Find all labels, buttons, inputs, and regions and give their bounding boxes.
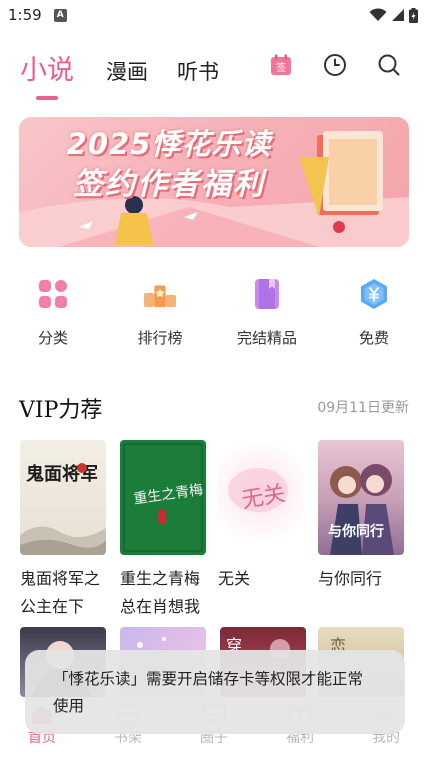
- section-update-date: 09月11日更新: [317, 400, 409, 416]
- category-grid-icon: [37, 278, 69, 310]
- status-bar: 1:59 A: [0, 0, 428, 30]
- quick-entry-row: 分类 排行榜 完结精品 免费: [0, 278, 428, 358]
- cover-art: 重生之青梅: [123, 443, 205, 552]
- quick-entry-finished[interactable]: 完结精品: [222, 278, 312, 348]
- notification-badge-icon: A: [53, 8, 67, 22]
- cover-title: 重生之青梅: [133, 482, 205, 508]
- permission-toast: 「悸花乐读」需要开启储存卡等权限才能正常使用: [25, 650, 405, 734]
- book-cover: 重生之青梅: [120, 440, 206, 555]
- tab-novel[interactable]: 小说: [20, 48, 74, 87]
- book-cover: 无关: [218, 440, 304, 555]
- checkin-label: 签: [276, 61, 286, 74]
- book-title: 与你同行: [318, 569, 383, 588]
- toast-message: 「悸花乐读」需要开启储存卡等权限才能正常使用: [53, 670, 364, 715]
- battery-icon: [409, 7, 418, 23]
- quick-entry-label: 完结精品: [236, 329, 297, 347]
- cover-art: 鬼面将军: [20, 463, 106, 555]
- cover-art: 与你同行: [328, 464, 394, 555]
- tab-comic[interactable]: 漫画: [106, 56, 148, 86]
- quick-entry-category[interactable]: 分类: [8, 278, 98, 348]
- book-cover: 鬼面将军: [20, 440, 106, 555]
- book-card[interactable]: 鬼面将军 鬼面将军之公主在下: [20, 440, 110, 621]
- book-title: 无关: [218, 569, 251, 588]
- promo-banner[interactable]: 2025悸花乐读 签约作者福利: [19, 117, 409, 247]
- quick-entry-ranking[interactable]: 排行榜: [115, 278, 205, 348]
- cover-art: 无关: [228, 468, 288, 514]
- signal-icon: [392, 9, 404, 21]
- vip-section-header: VIP力荐 09月11日更新: [19, 392, 409, 423]
- top-navigation: 小说 漫画 听书 签: [0, 44, 428, 104]
- quick-entry-label: 免费: [358, 329, 389, 347]
- status-time: 1:59: [8, 6, 42, 24]
- finished-book-icon: [251, 278, 283, 310]
- free-yen-icon: [358, 278, 390, 310]
- ranking-podium-icon: [144, 278, 176, 310]
- active-tab-indicator: [36, 96, 58, 100]
- checkin-calendar-icon[interactable]: 签: [268, 52, 294, 78]
- cover-title: 鬼面将军: [26, 463, 98, 485]
- book-cover: 与你同行: [318, 440, 404, 555]
- section-title: VIP力荐: [19, 398, 103, 423]
- banner-subheadline: 签约作者福利: [73, 167, 265, 202]
- book-title: 重生之青梅总在肖想我: [120, 569, 201, 616]
- tab-audiobook[interactable]: 听书: [177, 56, 219, 86]
- book-card[interactable]: 重生之青梅 重生之青梅总在肖想我: [120, 440, 210, 621]
- banner-headline: 2025悸花乐读: [66, 127, 272, 161]
- book-title: 鬼面将军之公主在下: [20, 569, 101, 616]
- wifi-icon: [369, 8, 387, 21]
- quick-entry-label: 分类: [37, 329, 68, 347]
- book-card[interactable]: 无关 无关: [218, 440, 308, 593]
- book-card[interactable]: 与你同行 与你同行: [318, 440, 408, 593]
- quick-entry-free[interactable]: 免费: [329, 278, 419, 348]
- search-icon[interactable]: [376, 52, 402, 78]
- history-clock-icon[interactable]: [322, 52, 348, 78]
- cover-title: 与你同行: [328, 523, 384, 540]
- quick-entry-label: 排行榜: [137, 329, 183, 347]
